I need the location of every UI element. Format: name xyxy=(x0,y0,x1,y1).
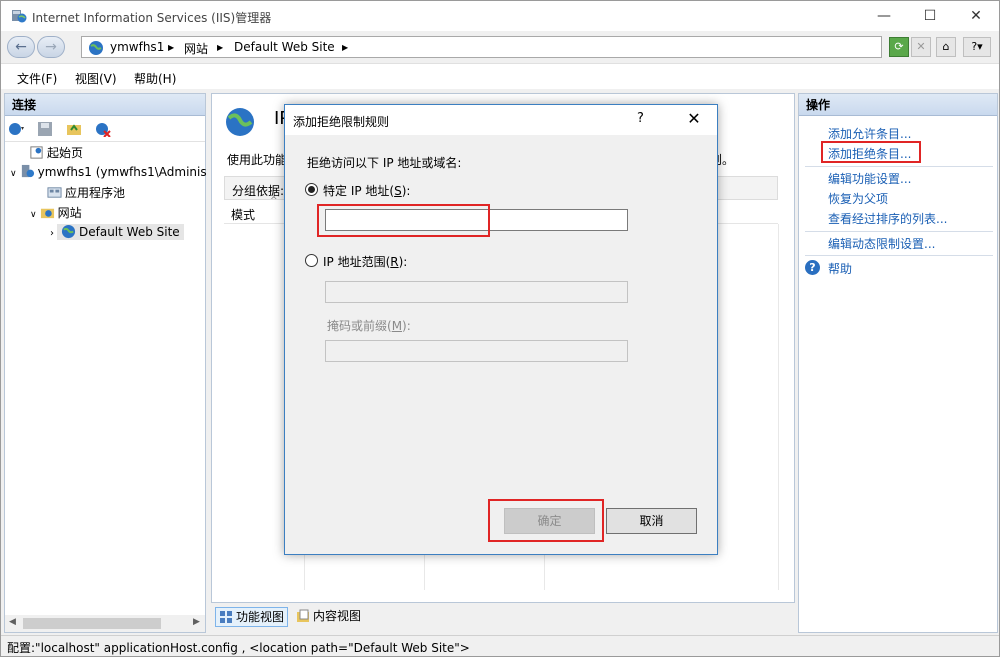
forward-button[interactable]: → xyxy=(37,36,65,58)
scroll-right-icon[interactable]: ▶ xyxy=(193,617,200,627)
specific-ip-radio[interactable] xyxy=(305,183,318,196)
column-divider xyxy=(778,224,779,590)
close-button[interactable]: ✕ xyxy=(953,1,999,31)
window-title: Internet Information Services (IIS)管理器 xyxy=(32,11,272,25)
tree-label-server: ymwfhs1 (ymwfhs1\Adminis xyxy=(37,165,207,179)
separator xyxy=(805,255,993,256)
menu-file[interactable]: 文件(F) xyxy=(17,70,57,87)
highlight-box xyxy=(821,141,921,163)
connections-pane: 连接 起始页 ∨ ymwfhs1 (ymwfhs1\Adminis 应用程序池 ∨… xyxy=(4,93,207,633)
minimize-button[interactable]: — xyxy=(861,1,907,31)
help-dropdown-icon[interactable]: ?▾ xyxy=(963,37,991,57)
horizontal-scrollbar[interactable]: ◀ ▶ xyxy=(5,615,205,632)
edit-dynamic-restrictions-link[interactable]: 编辑动态限制设置... xyxy=(828,235,935,252)
status-bar: 配置:"localhost" applicationHost.config , … xyxy=(1,635,999,656)
cancel-button[interactable]: 取消 xyxy=(606,508,697,534)
tree-label-default-site: Default Web Site xyxy=(79,225,180,239)
connect-globe-icon[interactable] xyxy=(8,121,24,137)
add-allow-entry-link[interactable]: 添加允许条目... xyxy=(828,125,911,142)
specific-ip-label: 特定 IP 地址(S): xyxy=(323,184,411,198)
separator xyxy=(805,231,993,232)
ip-range-label: IP 地址范围(R): xyxy=(323,255,408,269)
edit-feature-settings-link[interactable]: 编辑功能设置... xyxy=(828,170,911,187)
app-pool-icon xyxy=(47,187,62,198)
back-button[interactable]: ← xyxy=(7,36,35,58)
menu-help[interactable]: 帮助(H) xyxy=(134,70,176,87)
connections-toolbar xyxy=(5,116,205,142)
mask-prefix-label: 掩码或前缀(M): xyxy=(327,319,411,333)
tab-content-view[interactable]: 内容视图 xyxy=(293,607,364,627)
dialog-help-button[interactable]: ? xyxy=(637,111,644,126)
tree-item-app-pools[interactable]: 应用程序池 xyxy=(47,184,125,201)
ip-range-input[interactable] xyxy=(325,281,628,303)
add-deny-rule-dialog: 添加拒绝限制规则 ? ✕ 拒绝访问以下 IP 地址或域名: 特定 IP 地址(S… xyxy=(284,104,718,555)
mask-prefix-input[interactable] xyxy=(325,340,628,362)
chevron-down-icon[interactable]: ∨ xyxy=(10,169,17,179)
chevron-right-icon[interactable]: › xyxy=(50,228,54,239)
website-globe-icon xyxy=(61,224,76,239)
save-icon[interactable] xyxy=(37,121,53,137)
breadcrumb-item-site[interactable]: Default Web Site xyxy=(234,40,335,54)
separator xyxy=(805,166,993,167)
globe-icon xyxy=(89,41,103,55)
iis-manager-window: Internet Information Services (IIS)管理器 —… xyxy=(0,0,1000,657)
tree-item-start-page[interactable]: 起始页 xyxy=(29,144,83,161)
tab-features-label: 功能视图 xyxy=(236,610,285,624)
view-ordered-list-link[interactable]: 查看经过排序的列表... xyxy=(828,210,947,227)
tree-label-sites: 网站 xyxy=(57,206,82,220)
iis-app-icon xyxy=(12,10,27,23)
actions-header: 操作 xyxy=(799,94,997,116)
dialog-instruction: 拒绝访问以下 IP 地址或域名: xyxy=(307,156,462,170)
menu-bar: 文件(F) 视图(V) 帮助(H) xyxy=(1,63,999,89)
stop-icon[interactable]: ✕ xyxy=(911,37,931,57)
chevron-right-icon: ▶ xyxy=(217,43,224,52)
status-text: 配置:"localhost" applicationHost.config , … xyxy=(7,641,470,655)
breadcrumb-item-sites[interactable]: 网站 xyxy=(184,40,208,57)
server-icon xyxy=(21,164,34,178)
disconnect-icon[interactable] xyxy=(95,121,111,137)
dialog-title-bar: 添加拒绝限制规则 ? ✕ xyxy=(285,105,717,135)
dialog-close-button[interactable]: ✕ xyxy=(683,109,705,128)
tree-item-default-site[interactable]: › Default Web Site xyxy=(50,224,184,240)
maximize-button[interactable]: ☐ xyxy=(907,1,953,31)
tree-item-server[interactable]: ∨ ymwfhs1 (ymwfhs1\Adminis xyxy=(10,164,207,179)
breadcrumb[interactable]: ymwfhs1 ▶ 网站 ▶ Default Web Site ▶ xyxy=(81,36,882,58)
content-view-icon xyxy=(297,609,309,622)
menu-view[interactable]: 视图(V) xyxy=(75,70,117,87)
start-page-icon xyxy=(30,146,43,159)
actions-pane: 操作 添加允许条目... 添加拒绝条目... 编辑功能设置... 恢复为父项 查… xyxy=(798,93,998,633)
sort-up-icon: ^ xyxy=(270,196,278,206)
tab-content-label: 内容视图 xyxy=(313,609,362,623)
help-icon: ? xyxy=(805,260,820,275)
highlight-box xyxy=(488,499,604,542)
chevron-down-icon[interactable]: ∨ xyxy=(30,210,37,220)
tree-item-sites[interactable]: ∨ 网站 xyxy=(30,204,82,221)
folder-up-icon[interactable] xyxy=(66,121,82,137)
view-tabs: 功能视图 内容视图 xyxy=(211,605,795,629)
feature-description: 使用此功能 xyxy=(227,153,288,167)
refresh-icon[interactable]: ⟳ xyxy=(889,37,909,57)
tree-label-app-pools: 应用程序池 xyxy=(65,186,126,200)
ip-restrictions-globe-icon xyxy=(226,108,254,136)
column-mode[interactable]: 模式 xyxy=(231,206,255,223)
tree-label-start-page: 起始页 xyxy=(47,146,84,160)
sites-folder-icon xyxy=(40,208,54,219)
scrollbar-thumb[interactable] xyxy=(23,618,161,629)
home-icon[interactable]: ⌂ xyxy=(936,37,956,57)
dialog-title: 添加拒绝限制规则 xyxy=(293,115,390,129)
features-view-icon xyxy=(220,611,232,623)
revert-to-parent-link[interactable]: 恢复为父项 xyxy=(828,190,888,207)
highlight-box xyxy=(317,204,490,237)
title-bar: Internet Information Services (IIS)管理器 —… xyxy=(1,1,999,31)
address-toolbar: ← → ymwfhs1 ▶ 网站 ▶ Default Web Site ▶ ⟳ … xyxy=(1,31,999,63)
ip-range-radio[interactable] xyxy=(305,254,318,267)
breadcrumb-item-server[interactable]: ymwfhs1 xyxy=(110,40,164,54)
tab-features-view[interactable]: 功能视图 xyxy=(215,607,289,627)
help-link[interactable]: 帮助 xyxy=(828,260,852,277)
connections-header: 连接 xyxy=(5,94,205,116)
scroll-left-icon[interactable]: ◀ xyxy=(9,617,16,627)
chevron-right-icon: ▶ xyxy=(168,43,175,52)
chevron-right-icon: ▶ xyxy=(342,43,349,52)
